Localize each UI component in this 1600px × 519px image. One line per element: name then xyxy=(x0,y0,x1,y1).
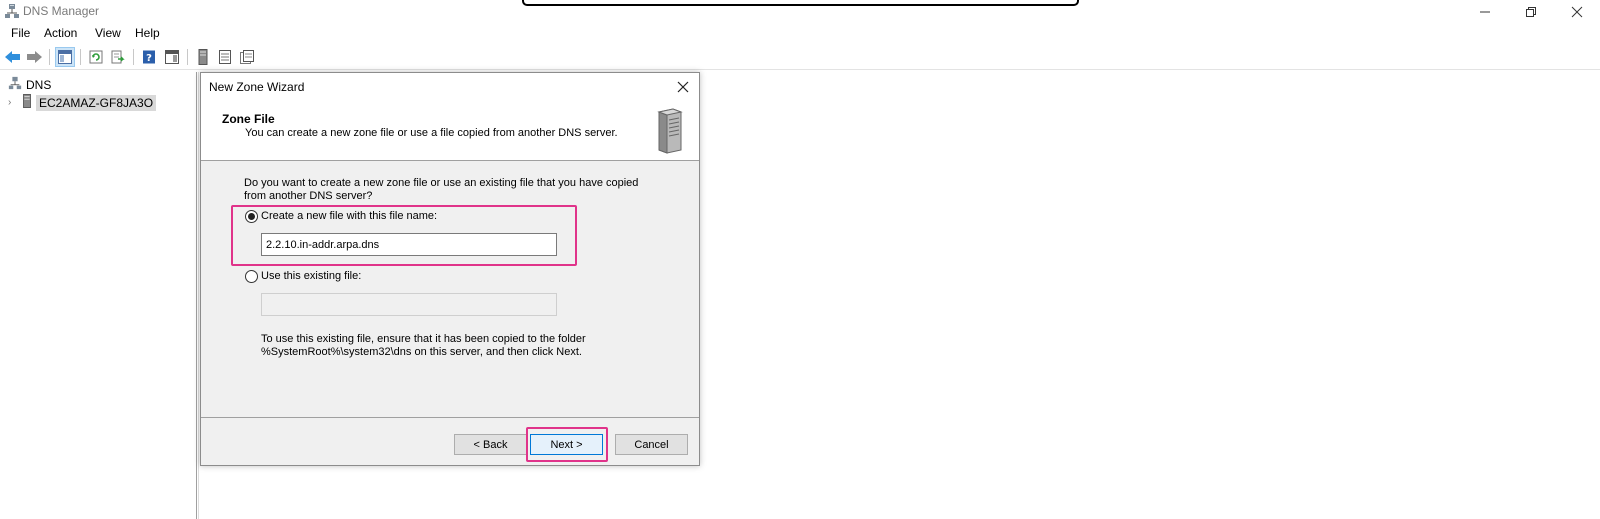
close-icon[interactable] xyxy=(673,77,693,97)
tree-node-label: EC2AMAZ-GF8JA3O xyxy=(36,94,157,111)
dns-manager-icon xyxy=(4,3,20,19)
menu-view[interactable]: View xyxy=(94,26,122,40)
existing-file-name-input[interactable] xyxy=(261,293,557,316)
question-line: Do you want to create a new zone file or… xyxy=(244,177,639,189)
create-new-file-radio[interactable] xyxy=(245,210,258,223)
use-existing-file-label[interactable]: Use this existing file: xyxy=(261,270,361,282)
tree-node-server[interactable]: › EC2AMAZ-GF8JA3O xyxy=(8,94,157,111)
wizard-page-subtitle: You can create a new zone file or use a … xyxy=(245,127,618,139)
server-icon[interactable] xyxy=(193,47,213,67)
window-titlebar: DNS Manager xyxy=(0,0,1600,24)
create-new-file-label[interactable]: Create a new file with this file name: xyxy=(261,210,437,222)
toolbar-separator xyxy=(187,49,188,65)
server-icon xyxy=(22,94,32,111)
show-hide-console-tree-icon[interactable] xyxy=(55,47,75,67)
window-title: DNS Manager xyxy=(23,4,100,18)
tree-node-label: DNS xyxy=(26,77,52,92)
wizard-page-title: Zone File xyxy=(222,112,275,126)
console-tree: DNS › EC2AMAZ-GF8JA3O xyxy=(0,72,197,519)
wizard-question: Do you want to create a new zone file or… xyxy=(244,177,664,203)
dns-manager-icon xyxy=(8,76,22,93)
details-icon[interactable] xyxy=(237,47,257,67)
hint-line: To use this existing file, ensure that i… xyxy=(261,333,586,345)
back-arrow-icon[interactable] xyxy=(3,47,23,67)
menu-action[interactable]: Action xyxy=(43,26,78,40)
tree-node-dns[interactable]: DNS xyxy=(8,76,51,93)
menu-help[interactable]: Help xyxy=(134,26,161,40)
footer-separator xyxy=(201,417,699,418)
dialog-titlebar: New Zone Wizard xyxy=(201,73,699,100)
new-file-name-input[interactable] xyxy=(261,233,557,256)
next-button[interactable]: Next > xyxy=(530,434,603,455)
title-overlay-bar xyxy=(522,0,1079,6)
chevron-right-icon[interactable]: › xyxy=(8,97,18,108)
list-icon[interactable] xyxy=(215,47,235,67)
toolbar-separator xyxy=(133,49,134,65)
dialog-title: New Zone Wizard xyxy=(209,80,305,94)
help-icon[interactable]: ? xyxy=(139,47,159,67)
cancel-button[interactable]: Cancel xyxy=(615,434,688,455)
server-icon xyxy=(653,108,683,154)
minimize-icon[interactable] xyxy=(1462,0,1508,24)
export-list-icon[interactable] xyxy=(108,47,128,67)
toolbar: ? xyxy=(0,44,1600,70)
svg-text:?: ? xyxy=(146,53,152,64)
toolbar-separator xyxy=(80,49,81,65)
close-icon[interactable] xyxy=(1554,0,1600,24)
hint-line: %SystemRoot%\system32\dns on this server… xyxy=(261,346,582,358)
action-pane-icon[interactable] xyxy=(162,47,182,67)
forward-arrow-icon[interactable] xyxy=(24,47,44,67)
wizard-header: Zone File You can create a new zone file… xyxy=(201,100,699,161)
use-existing-file-radio[interactable] xyxy=(245,270,258,283)
menu-file[interactable]: File xyxy=(10,26,31,40)
restore-icon[interactable] xyxy=(1508,0,1554,24)
toolbar-separator xyxy=(49,49,50,65)
existing-file-hint: To use this existing file, ensure that i… xyxy=(261,333,661,359)
new-zone-wizard-dialog: New Zone Wizard Zone File You can create… xyxy=(200,72,700,466)
question-line: from another DNS server? xyxy=(244,190,373,202)
back-button[interactable]: < Back xyxy=(454,434,527,455)
menu-bar: File Action View Help xyxy=(0,24,1600,44)
refresh-icon[interactable] xyxy=(86,47,106,67)
